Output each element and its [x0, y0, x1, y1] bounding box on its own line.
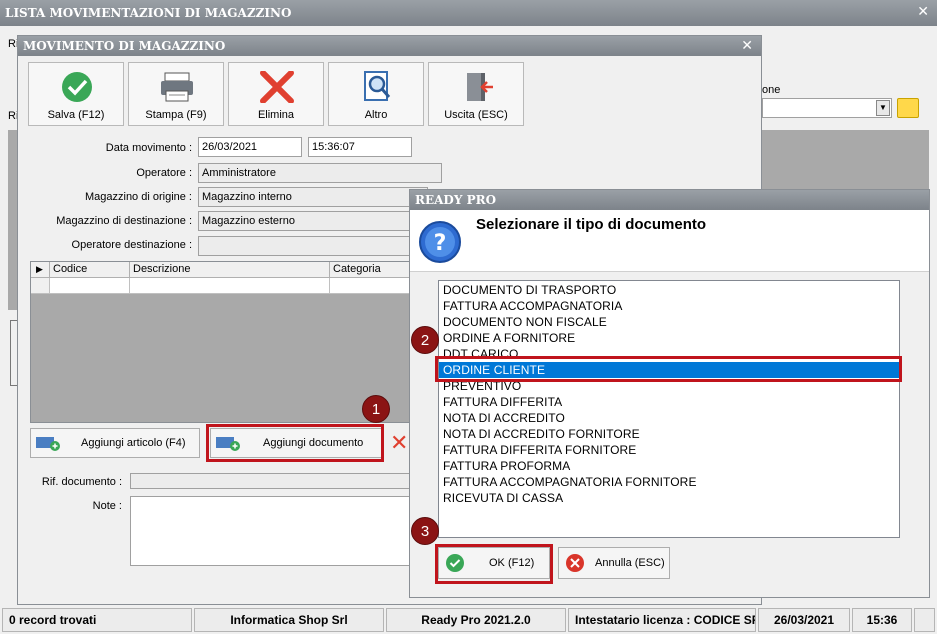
grid-row-marker	[31, 278, 50, 294]
save-button[interactable]: Salva (F12)	[28, 62, 124, 126]
main-window-title: LISTA MOVIMENTAZIONI DI MAGAZZINO	[5, 6, 292, 20]
list-item[interactable]: NOTA DI ACCREDITO	[439, 410, 899, 426]
save-label: Salva (F12)	[47, 109, 105, 121]
printer-icon	[161, 72, 193, 102]
operatore-destinazione-field[interactable]	[198, 236, 428, 256]
movimento-close-icon[interactable]: ✕	[741, 36, 753, 56]
delete-button[interactable]: Elimina	[228, 62, 324, 126]
magazzino-destinazione-field[interactable]: Magazzino esterno	[198, 211, 428, 231]
highlight-add-document	[206, 424, 384, 462]
list-item[interactable]: FATTURA DIFFERITA FORNITORE	[439, 442, 899, 458]
list-item[interactable]: RICEVUTA DI CASSA	[439, 490, 899, 506]
list-item[interactable]: FATTURA ACCOMPAGNATORIA	[439, 298, 899, 314]
svg-text:?: ?	[434, 231, 447, 256]
main-combo[interactable]: ▼	[762, 98, 892, 118]
dialog-titlebar: READY PRO	[410, 190, 929, 210]
note-label: Note :	[92, 500, 122, 512]
folder-icon[interactable]	[897, 98, 919, 118]
status-extra	[914, 608, 935, 632]
delete-x-icon	[260, 71, 294, 103]
status-time: 15:36	[852, 608, 912, 632]
status-license: Intestatario licenza : CODICE SRL	[568, 608, 756, 632]
ready-pro-dialog: READY PRO ? Selezionare il tipo di docum…	[409, 189, 930, 598]
print-button[interactable]: Stampa (F9)	[128, 62, 224, 126]
list-item[interactable]: DOCUMENTO NON FISCALE	[439, 314, 899, 330]
main-close-icon[interactable]: ✕	[917, 0, 929, 24]
status-records: 0 record trovati	[2, 608, 192, 632]
time-field[interactable]: 15:36:07	[308, 137, 412, 157]
data-movimento-field[interactable]: 26/03/2021	[198, 137, 302, 157]
data-movimento-label: Data movimento :	[105, 142, 192, 154]
magazzino-origine-label: Magazzino di origine :	[84, 191, 192, 203]
list-item[interactable]: NOTA DI ACCREDITO FORNITORE	[439, 426, 899, 442]
remove-x-icon[interactable]: ✕	[390, 432, 408, 454]
check-circle-icon	[62, 72, 92, 102]
dialog-header: ? Selezionare il tipo di documento	[410, 210, 929, 272]
cancel-x-icon	[566, 554, 584, 572]
chevron-down-icon[interactable]: ▼	[876, 100, 890, 116]
operatore-label: Operatore :	[136, 167, 192, 179]
status-date: 26/03/2021	[758, 608, 850, 632]
question-icon: ?	[419, 221, 461, 263]
cancel-label: Annulla (ESC)	[595, 557, 665, 569]
list-item[interactable]: FATTURA PROFORMA	[439, 458, 899, 474]
cancel-button[interactable]: Annulla (ESC)	[558, 547, 670, 579]
exit-label: Uscita (ESC)	[444, 109, 508, 121]
main-window-titlebar: LISTA MOVIMENTAZIONI DI MAGAZZINO ✕	[0, 0, 937, 26]
step-badge-1: 1	[362, 395, 390, 423]
document-type-list[interactable]: DOCUMENTO DI TRASPORTO FATTURA ACCOMPAGNA…	[438, 280, 900, 538]
add-article-button[interactable]: Aggiungi articolo (F4)	[30, 428, 200, 458]
dialog-title: READY PRO	[415, 193, 497, 207]
list-item[interactable]: FATTURA DIFFERITA	[439, 394, 899, 410]
dialog-prompt: Selezionare il tipo di documento	[476, 216, 707, 233]
list-item[interactable]: DOCUMENTO DI TRASPORTO	[439, 282, 899, 298]
main-partial-label-3: one	[762, 84, 781, 96]
rif-documento-field[interactable]	[130, 473, 430, 489]
other-label: Altro	[364, 109, 388, 121]
list-item[interactable]: ORDINE A FORNITORE	[439, 330, 899, 346]
print-label: Stampa (F9)	[145, 109, 207, 121]
grid-header-descrizione[interactable]: Descrizione	[130, 262, 330, 278]
exit-button[interactable]: Uscita (ESC)	[428, 62, 524, 126]
magnifier-document-icon	[364, 71, 391, 101]
magazzino-origine-field[interactable]: Magazzino interno	[198, 187, 428, 207]
highlight-ok-button	[435, 544, 553, 584]
movimento-titlebar: MOVIMENTO DI MAGAZZINO ✕	[18, 36, 761, 56]
status-version: Ready Pro 2021.2.0	[386, 608, 566, 632]
movimento-title: MOVIMENTO DI MAGAZZINO	[23, 39, 226, 53]
operatore-field[interactable]: Amministratore	[198, 163, 442, 183]
rif-documento-label: Rif. documento :	[41, 476, 122, 488]
highlight-ordine-cliente	[435, 356, 902, 382]
status-company: Informatica Shop Srl	[194, 608, 384, 632]
grid-cell[interactable]	[130, 278, 330, 294]
magazzino-destinazione-label: Magazzino di destinazione :	[56, 215, 192, 227]
add-article-label: Aggiungi articolo (F4)	[81, 437, 186, 449]
exit-door-icon	[467, 73, 493, 101]
delete-label: Elimina	[257, 109, 295, 121]
operatore-destinazione-label: Operatore destinazione :	[71, 239, 192, 251]
toolbar: Salva (F12) Stampa (F9) Elimina Altro Us…	[28, 62, 538, 126]
grid-row-indicator: ▶	[31, 262, 50, 278]
note-field[interactable]	[130, 496, 430, 566]
other-button[interactable]: Altro	[328, 62, 424, 126]
grid-header-codice[interactable]: Codice	[50, 262, 130, 278]
list-item[interactable]: FATTURA ACCOMPAGNATORIA FORNITORE	[439, 474, 899, 490]
step-badge-3: 3	[411, 517, 439, 545]
step-badge-2: 2	[411, 326, 439, 354]
grid-cell[interactable]	[50, 278, 130, 294]
add-article-icon	[36, 437, 60, 451]
document-type-items: DOCUMENTO DI TRASPORTO FATTURA ACCOMPAGNA…	[439, 282, 899, 506]
